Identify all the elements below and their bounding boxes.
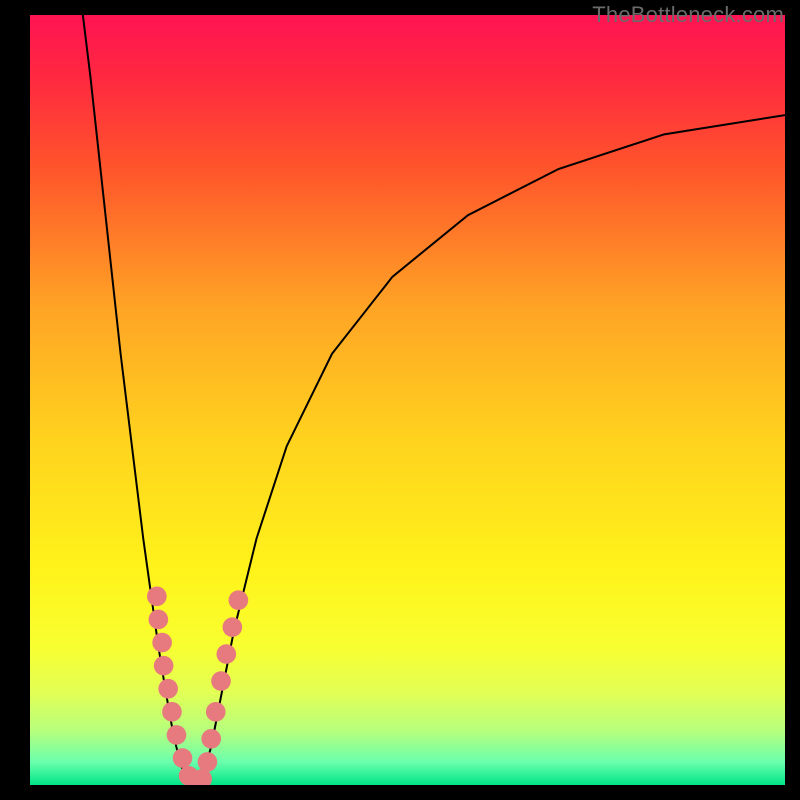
data-marker [223, 617, 243, 637]
data-marker [198, 752, 218, 772]
data-marker [206, 702, 226, 722]
data-marker [173, 748, 193, 768]
data-marker [216, 644, 236, 664]
data-marker [158, 679, 178, 699]
curve-layer [30, 15, 785, 785]
data-marker [149, 610, 169, 630]
data-marker [167, 725, 187, 745]
data-marker [162, 702, 182, 722]
data-marker [211, 671, 231, 691]
data-marker [147, 587, 167, 607]
series-left-branch [83, 15, 196, 785]
series-right-branch [196, 115, 785, 785]
data-marker [201, 729, 221, 749]
plot-area [30, 15, 785, 785]
data-marker [152, 633, 172, 653]
chart-frame: TheBottleneck.com [0, 0, 800, 800]
data-marker [154, 656, 174, 676]
data-marker [229, 590, 249, 610]
watermark-text: TheBottleneck.com [592, 2, 784, 28]
